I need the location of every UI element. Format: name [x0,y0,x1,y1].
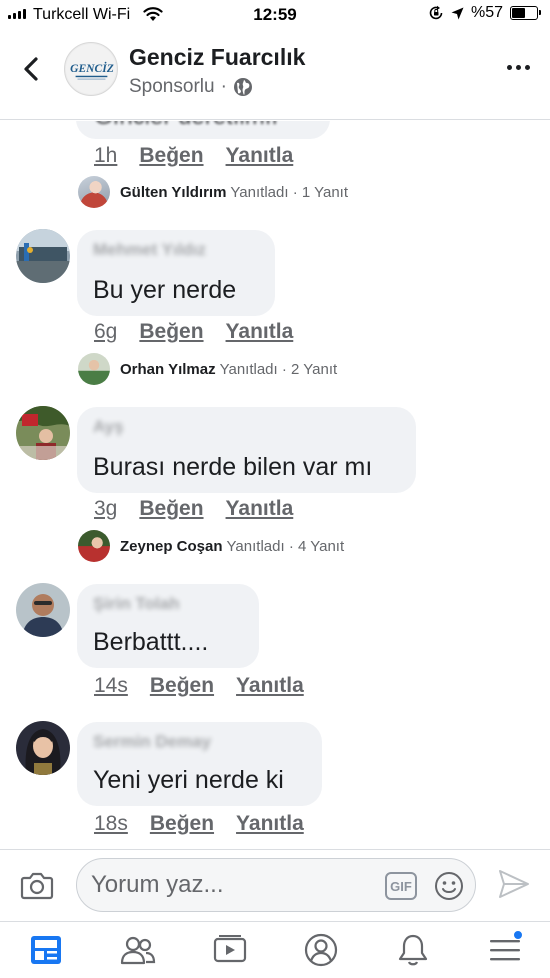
globe-icon [233,78,252,96]
reply-preview[interactable]: Zeynep Coşan Yanıtladı · 4 Yanıt [78,530,344,562]
reply-button[interactable]: Yanıtla [226,144,294,168]
reply-button[interactable]: Yanıtla [226,320,294,344]
comment-time[interactable]: 6g [94,320,117,344]
comment-author[interactable]: Sermin Demay [93,732,211,752]
reply-button[interactable]: Yanıtla [236,812,304,836]
avatar-photo [16,229,70,283]
watch-icon[interactable] [210,932,250,968]
like-button[interactable]: Beğen [139,497,203,521]
reply-avatar [78,353,110,385]
like-button[interactable]: Beğen [139,144,203,168]
comment-actions: 18s Beğen Yanıtla [94,812,304,836]
reply-author: Gülten Yıldırım [120,183,227,201]
comment-bubble[interactable]: Ayş Burası nerde bilen var mı [77,407,416,493]
reply-count: · 1 Yanıt [292,183,348,201]
avatar-photo [16,406,70,460]
news-feed-icon[interactable] [26,932,66,968]
sponsored-label: Sponsorlu · [129,76,253,98]
reply-action: Yanıtladı [226,537,285,555]
send-icon[interactable] [498,869,530,899]
reply-action: Yanıtladı [230,183,289,201]
reply-avatar [78,530,110,562]
comment-input-box[interactable]: GIF [76,858,476,912]
comment-text: Yeni yeri nerde ki [93,766,284,794]
comment-bubble[interactable]: Mehmet Yıldız Bu yer nerde [77,230,275,316]
post-header: GENCİZ Genciz Fuarcılık Sponsorlu · [0,30,550,120]
back-icon[interactable] [20,54,44,84]
gif-icon[interactable]: GIF [385,872,417,900]
reply-author: Orhan Yılmaz [120,360,216,378]
comment-actions: 6g Beğen Yanıtla [94,320,293,344]
notification-dot [513,930,523,940]
comments-list: Gıncler ueretılmıı 1h Beğen Yanıtla Gült… [0,121,550,849]
comment-actions: 3g Beğen Yanıtla [94,497,293,521]
bottom-navigation [0,921,550,978]
commenter-avatar[interactable] [16,229,70,283]
reply-action: Yanıtladı [219,360,278,378]
page-logo: GENCİZ [65,43,117,95]
like-button[interactable]: Beğen [139,320,203,344]
reply-preview[interactable]: Gülten Yıldırım Yanıtladı · 1 Yanıt [78,176,348,208]
page-avatar[interactable]: GENCİZ [64,42,118,96]
page-name[interactable]: Genciz Fuarcılık [129,44,305,71]
comment-time[interactable]: 3g [94,497,117,521]
orientation-lock-icon [429,5,443,20]
avatar-photo [16,721,70,775]
comment-time[interactable]: 14s [94,674,128,698]
reply-preview[interactable]: Orhan Yılmaz Yanıtladı · 2 Yanıt [78,353,337,385]
commenter-avatar[interactable] [16,406,70,460]
notifications-icon[interactable] [393,932,433,968]
menu-icon[interactable] [485,930,525,968]
camera-icon[interactable] [20,870,54,900]
reply-author: Zeynep Coşan [120,537,223,555]
comment-text: Bu yer nerde [93,276,237,304]
comment-author[interactable]: Ayş [93,417,124,437]
comment-composer: GIF [0,849,550,921]
reply-avatar [78,176,110,208]
battery-icon [510,6,541,20]
friends-icon[interactable] [118,932,158,968]
svg-text:GENCİZ: GENCİZ [70,61,114,75]
location-icon [451,7,464,19]
status-bar: Turkcell Wi-Fi 12:59 %57 [0,0,550,30]
comment-actions: 14s Beğen Yanıtla [94,674,304,698]
comment-text: Berbattt.... [93,628,209,656]
profile-icon[interactable] [301,932,341,968]
commenter-avatar[interactable] [16,721,70,775]
comment-input[interactable] [91,871,381,899]
comment-bubble[interactable]: Sermin Demay Yeni yeri nerde ki [77,722,322,806]
comment-time[interactable]: 18s [94,812,128,836]
comment-bubble[interactable]: Gıncler ueretılmıı [76,121,330,139]
commenter-avatar[interactable] [16,583,70,637]
comment-text: Burası nerde bilen var mı [93,453,373,481]
like-button[interactable]: Beğen [150,812,214,836]
battery-percent: %57 [470,4,503,21]
comment-text: Gıncler ueretılmıı [94,121,278,131]
reply-count: · 4 Yanıt [288,537,345,555]
reply-button[interactable]: Yanıtla [236,674,304,698]
comment-time[interactable]: 1h [94,144,117,168]
comment-bubble[interactable]: Şirin Tolah Berbattt.... [77,584,259,668]
avatar-photo [16,583,70,637]
separator-dot: · [220,76,227,97]
like-button[interactable]: Beğen [150,674,214,698]
sponsored-text: Sponsorlu [129,76,215,97]
comment-actions: 1h Beğen Yanıtla [94,144,293,168]
reply-button[interactable]: Yanıtla [226,497,294,521]
more-options-icon[interactable] [507,65,530,70]
reply-count: · 2 Yanıt [281,360,338,378]
comment-author[interactable]: Şirin Tolah [93,594,180,614]
emoji-icon[interactable] [433,870,465,902]
comment-author[interactable]: Mehmet Yıldız [93,240,206,260]
